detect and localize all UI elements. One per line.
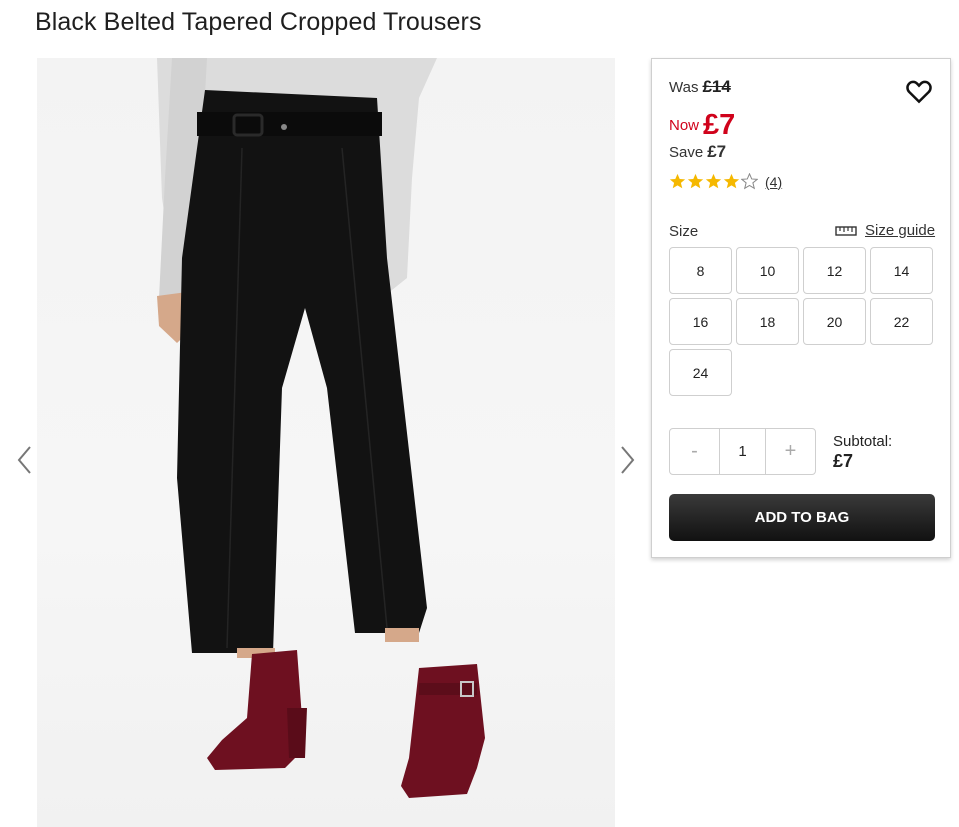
star-rating[interactable]: (4) [669,173,782,190]
size-option[interactable]: 18 [736,298,799,345]
save-row: Save £7 [669,142,726,162]
size-option[interactable]: 12 [803,247,866,294]
subtotal-value: £7 [833,451,854,471]
size-option[interactable]: 8 [669,247,732,294]
product-photo [157,58,485,798]
size-option[interactable]: 10 [736,247,799,294]
size-options: 8 10 12 14 16 18 20 22 24 [669,247,935,396]
size-option[interactable]: 14 [870,247,933,294]
quantity-stepper: - 1 + [669,428,816,475]
now-price: £7 [703,109,736,141]
star-filled-icon [705,173,722,189]
was-label: Was [669,79,699,96]
purchase-panel: Was £14 Now £7 Save £7 (4) Size Size guide … [651,58,951,558]
product-title: Black Belted Tapered Cropped Trousers [35,8,482,36]
wishlist-button[interactable] [904,76,934,106]
save-amount: £7 [707,142,727,161]
increase-quantity-button[interactable]: + [766,429,815,474]
was-price: £14 [702,77,731,96]
star-filled-icon [687,173,704,189]
size-option[interactable]: 16 [669,298,732,345]
now-label: Now [669,117,700,134]
add-to-bag-button[interactable]: ADD TO BAG [669,494,935,541]
next-image-button[interactable] [616,442,640,478]
was-price-row: Was £14 [669,77,731,97]
ruler-icon [835,225,857,236]
chevron-left-icon [17,446,31,474]
star-empty-icon [741,173,758,190]
heart-icon [906,80,932,104]
size-option[interactable]: 20 [803,298,866,345]
size-label: Size [669,223,699,240]
star-filled-icon [723,173,740,189]
product-image[interactable] [37,58,615,827]
star-filled-icon [669,173,686,189]
size-guide-label: Size guide [865,222,936,239]
previous-image-button[interactable] [12,442,36,478]
size-option[interactable]: 22 [870,298,933,345]
size-option[interactable]: 24 [669,349,732,396]
chevron-right-icon [621,446,635,474]
subtotal: Subtotal: £7 [833,433,892,472]
subtotal-label: Subtotal: [833,433,893,450]
quantity-value[interactable]: 1 [719,429,766,474]
review-count-link[interactable]: (4) [765,174,782,190]
decrease-quantity-button[interactable]: - [670,429,719,474]
now-price-row: Now £7 [669,105,736,141]
save-label: Save [669,144,704,161]
size-guide-link[interactable]: Size guide [835,222,935,239]
